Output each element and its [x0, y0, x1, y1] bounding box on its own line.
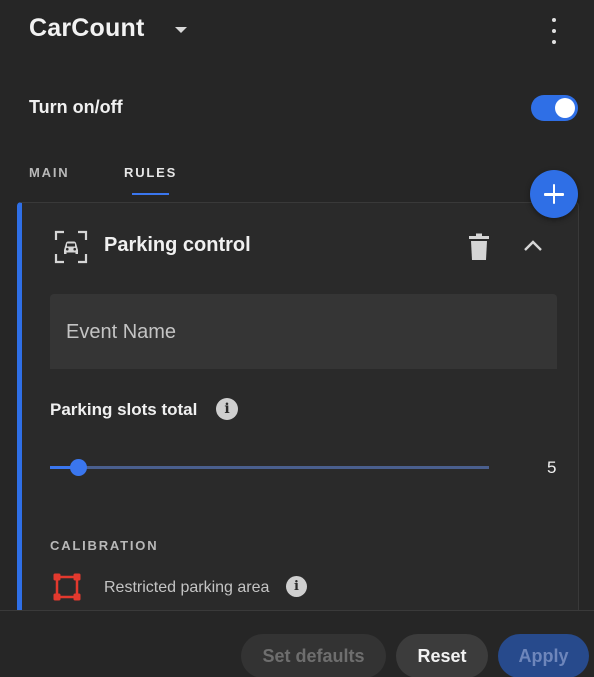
info-icon[interactable]: i: [216, 398, 238, 420]
power-toggle[interactable]: [531, 95, 578, 121]
event-name-placeholder: Event Name: [66, 321, 177, 343]
footer-bar: Set defaults Reset Apply: [0, 610, 594, 677]
app-header: CarCount: [0, 0, 594, 62]
slider-thumb[interactable]: [70, 459, 88, 476]
power-toggle-label: Turn on/off: [29, 97, 123, 117]
app-title: CarCount: [29, 14, 145, 42]
parking-slots-label: Parking slots total: [50, 400, 198, 419]
rule-card: Parking control Event Name Parking slots…: [17, 202, 579, 612]
kebab-menu-icon[interactable]: [540, 14, 568, 48]
reset-button[interactable]: Reset: [396, 634, 488, 677]
tab-rules[interactable]: RULES: [124, 165, 177, 180]
parking-slots-slider[interactable]: [50, 459, 489, 476]
set-defaults-button[interactable]: Set defaults: [241, 634, 386, 677]
tab-bar: MAIN RULES: [0, 160, 594, 196]
parking-slots-value: 5: [547, 458, 557, 477]
slider-fill: [50, 466, 72, 469]
apply-button[interactable]: Apply: [498, 634, 589, 677]
active-tab-indicator: [132, 193, 169, 195]
chevron-up-icon[interactable]: [522, 235, 544, 257]
toggle-knob: [555, 98, 575, 118]
restricted-area-label[interactable]: Restricted parking area: [104, 579, 269, 597]
polygon-area-icon[interactable]: [53, 573, 81, 601]
event-name-field[interactable]: Event Name: [50, 294, 557, 369]
rule-title: Parking control: [104, 234, 251, 256]
calibration-heading: CALIBRATION: [50, 538, 159, 553]
caret-down-icon[interactable]: [175, 27, 187, 33]
power-toggle-row: Turn on/off: [29, 95, 579, 123]
tab-main[interactable]: MAIN: [29, 165, 69, 180]
add-rule-button[interactable]: [530, 170, 578, 218]
info-icon[interactable]: i: [286, 576, 307, 597]
trash-icon[interactable]: [468, 233, 490, 261]
car-scan-icon: [54, 230, 88, 264]
